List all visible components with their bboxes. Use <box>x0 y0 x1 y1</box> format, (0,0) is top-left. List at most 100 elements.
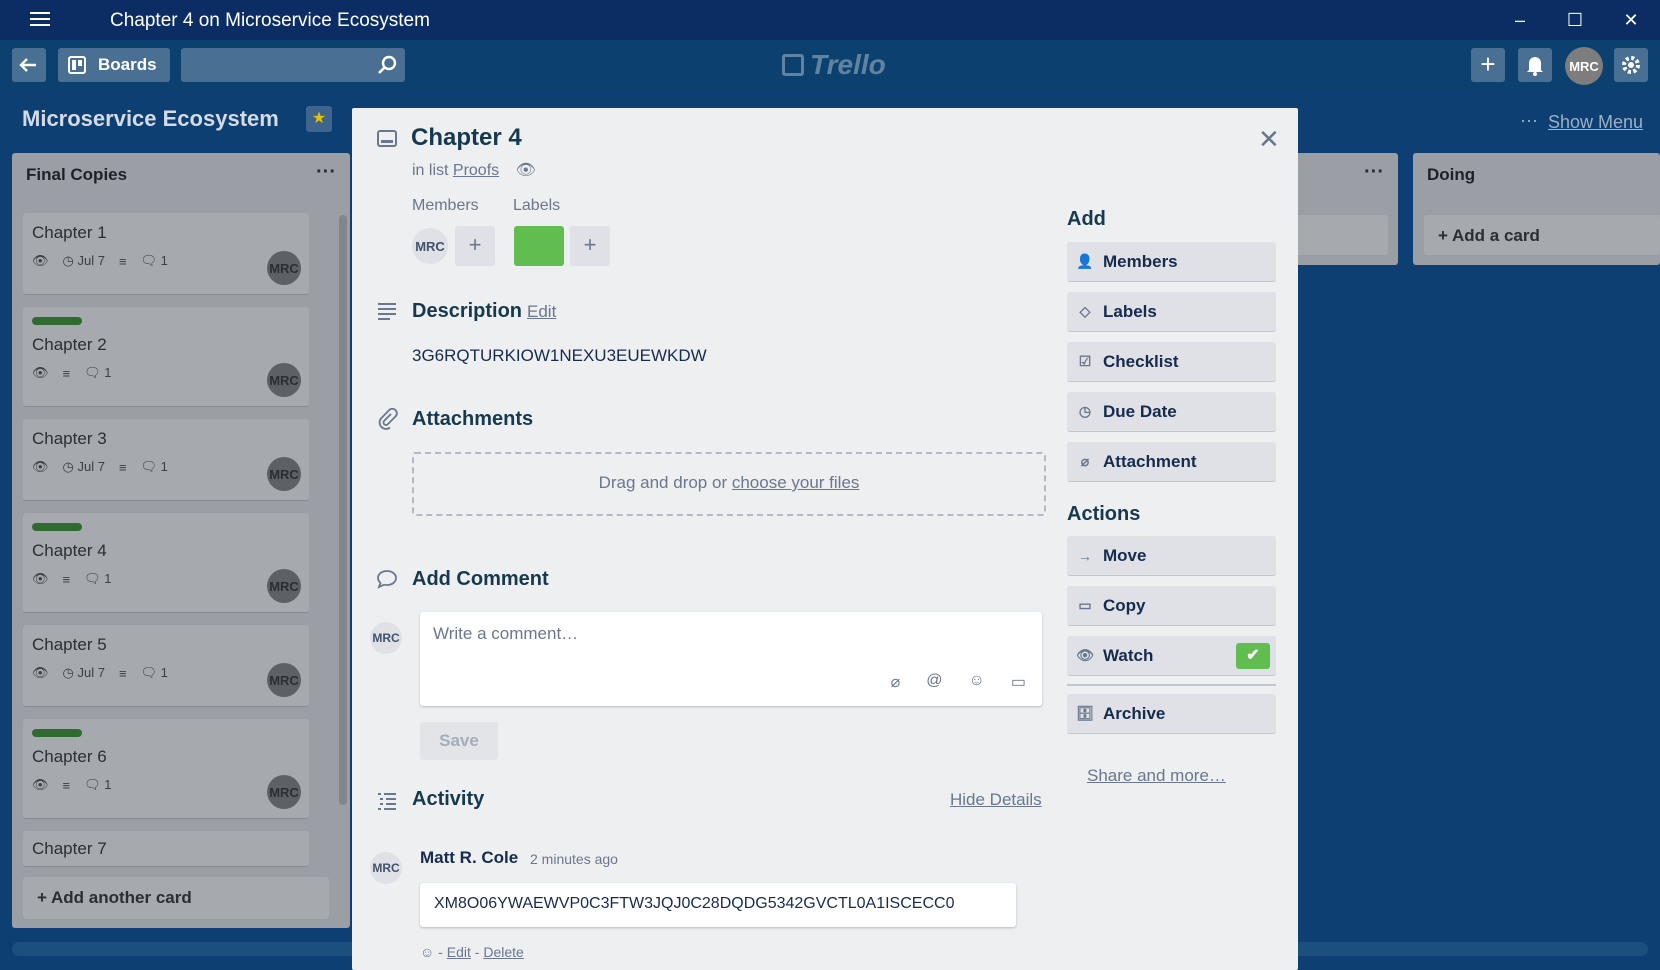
actions-heading: Actions <box>1067 503 1141 525</box>
trello-logo: Trello <box>782 48 886 82</box>
star-icon[interactable]: ★ <box>306 106 332 132</box>
card-chapter-4[interactable]: Chapter 4 👁 ≡ 🗨 1 MRC <box>23 513 309 613</box>
green-label[interactable] <box>514 226 564 266</box>
comment-delete-link[interactable]: Delete <box>483 944 523 960</box>
description-heading: Description <box>412 300 523 322</box>
members-button[interactable]: 👤 Members <box>1067 242 1276 282</box>
attachments-heading: Attachments <box>412 408 534 430</box>
paperclip-icon <box>376 407 398 436</box>
close-icon[interactable]: ✕ <box>1258 124 1280 155</box>
window-title: Chapter 4 on Microservice Ecosystem <box>110 10 430 31</box>
minimize-button[interactable]: – <box>1508 8 1532 32</box>
comment-badge: 🗨 1 <box>140 665 168 680</box>
add-a-card-button[interactable]: + Add a card <box>1424 215 1660 255</box>
check-icon: ✔ <box>1236 643 1270 669</box>
comment-avatar: MRC <box>370 622 402 654</box>
checklist-button[interactable]: ☑ Checklist <box>1067 342 1276 382</box>
labels-button[interactable]: ◇ Labels <box>1067 292 1276 332</box>
card-chapter-6[interactable]: Chapter 6 👁 ≡ 🗨 1 MRC <box>23 719 309 819</box>
member-avatar[interactable]: MRC <box>267 457 301 491</box>
attachment-button[interactable]: ⌀ Attachment <box>1067 442 1276 482</box>
user-avatar[interactable]: MRC <box>1565 47 1603 85</box>
hide-details-link[interactable]: Hide Details <box>950 790 1042 810</box>
list-menu-icon[interactable]: ··· <box>316 161 336 184</box>
add-comment-heading: Add Comment <box>412 568 549 590</box>
comment-icon <box>376 568 398 596</box>
comment-edit-link[interactable]: Edit <box>447 944 471 960</box>
add-another-card-button[interactable]: + Add another card <box>23 877 329 919</box>
member-avatar[interactable]: MRC <box>267 569 301 603</box>
hamburger-menu-icon[interactable] <box>30 12 50 28</box>
maximize-button[interactable]: ☐ <box>1563 8 1587 32</box>
comment-badge: 🗨 1 <box>84 365 112 380</box>
share-and-more-link[interactable]: Share and more… <box>1087 766 1226 786</box>
save-comment-button[interactable]: Save <box>420 722 498 760</box>
add-label-button[interactable]: + <box>570 226 610 266</box>
show-menu-link[interactable]: Show Menu <box>1548 112 1643 133</box>
mention-icon[interactable]: @ <box>926 672 942 692</box>
attachment-dropzone[interactable]: Drag and drop or choose your files <box>412 452 1046 516</box>
archive-button[interactable]: 🗄 Archive <box>1067 694 1276 734</box>
person-icon: 👤 <box>1076 253 1094 269</box>
card-chapter-5[interactable]: Chapter 5 👁 ◷ Jul 7 ≡ 🗨 1 MRC <box>23 625 309 707</box>
card-title[interactable]: Chapter 4 <box>411 124 522 152</box>
card-label <box>32 729 82 737</box>
member-avatar[interactable]: MRC <box>267 775 301 809</box>
search-icon <box>378 55 397 74</box>
description-icon: ≡ <box>62 571 71 587</box>
description-text[interactable]: 3G6RQTURKIOW1NEXU3EUEWKDW <box>412 346 707 366</box>
activity-time[interactable]: 2 minutes ago <box>530 851 618 867</box>
card-label <box>32 317 82 325</box>
boards-button[interactable]: Boards <box>58 48 170 82</box>
card-chapter-7[interactable]: Chapter 7 <box>23 831 309 867</box>
comment-badge: 🗨 1 <box>84 777 112 792</box>
card-link-icon[interactable]: ▭ <box>1011 672 1026 692</box>
activity-avatar: MRC <box>370 852 402 884</box>
card-chapter-1[interactable]: Chapter 1 👁 ◷ Jul 7 ≡ 🗨 1 MRC <box>23 213 309 295</box>
activity-comment: XM8O06YWAEWVP0C3FTW3JQJ0C28DQDG5342GVCTL… <box>420 883 1016 927</box>
member-avatar[interactable]: MRC <box>267 251 301 285</box>
member-avatar[interactable]: MRC <box>412 228 448 264</box>
choose-files-link[interactable]: choose your files <box>732 473 860 492</box>
settings-button[interactable] <box>1614 48 1648 82</box>
emoji-icon[interactable]: ☺ <box>969 672 985 692</box>
card-icon <box>376 128 398 156</box>
activity-author[interactable]: Matt R. Cole <box>420 848 518 868</box>
members-heading: Members <box>412 197 479 214</box>
list-link[interactable]: Proofs <box>453 162 499 179</box>
app-header: Boards Trello + MRC <box>0 40 1660 90</box>
description-icon: ≡ <box>118 253 127 269</box>
board-title[interactable]: Microservice Ecosystem <box>22 106 279 132</box>
description-edit-link[interactable]: Edit <box>527 302 556 322</box>
boards-icon <box>68 56 86 74</box>
due-date-badge: ◷ Jul 7 <box>62 665 105 680</box>
add-heading: Add <box>1067 208 1106 230</box>
close-window-button[interactable]: ✕ <box>1619 8 1643 32</box>
due-date-button[interactable]: ◷ Due Date <box>1067 392 1276 432</box>
reaction-icon[interactable]: ☺ <box>420 944 434 960</box>
list-title[interactable]: Final Copies <box>26 165 127 185</box>
boards-label: Boards <box>98 55 157 74</box>
comment-textarea[interactable]: Write a comment… ⌀ @ ☺ ▭ <box>420 612 1042 706</box>
notifications-button[interactable] <box>1518 48 1552 82</box>
attach-icon[interactable]: ⌀ <box>891 672 901 692</box>
list-doing: Doing + Add a card <box>1413 153 1660 265</box>
card-detail-modal: Chapter 4 ✕ in list Proofs 👁 Members Lab… <box>352 108 1298 970</box>
eye-icon: 👁 <box>32 253 49 268</box>
add-button[interactable]: + <box>1471 48 1505 82</box>
member-avatar[interactable]: MRC <box>267 663 301 697</box>
list-menu-icon[interactable]: ··· <box>1364 161 1384 184</box>
search-input[interactable] <box>181 48 405 82</box>
add-member-button[interactable]: + <box>455 226 495 266</box>
move-button[interactable]: → Move <box>1067 536 1276 576</box>
member-avatar[interactable]: MRC <box>267 363 301 397</box>
copy-button[interactable]: ▭ Copy <box>1067 586 1276 626</box>
list-scrollbar[interactable] <box>339 215 347 805</box>
eye-icon: 👁 <box>32 665 49 680</box>
card-chapter-2[interactable]: Chapter 2 👁 ≡ 🗨 1 MRC <box>23 307 309 407</box>
card-chapter-3[interactable]: Chapter 3 👁 ◷ Jul 7 ≡ 🗨 1 MRC <box>23 419 309 501</box>
back-button[interactable] <box>12 48 46 82</box>
watch-button[interactable]: 👁 Watch ✔ <box>1067 636 1276 676</box>
menu-dots-icon[interactable]: ··· <box>1520 110 1538 131</box>
paperclip-icon: ⌀ <box>1080 453 1090 469</box>
